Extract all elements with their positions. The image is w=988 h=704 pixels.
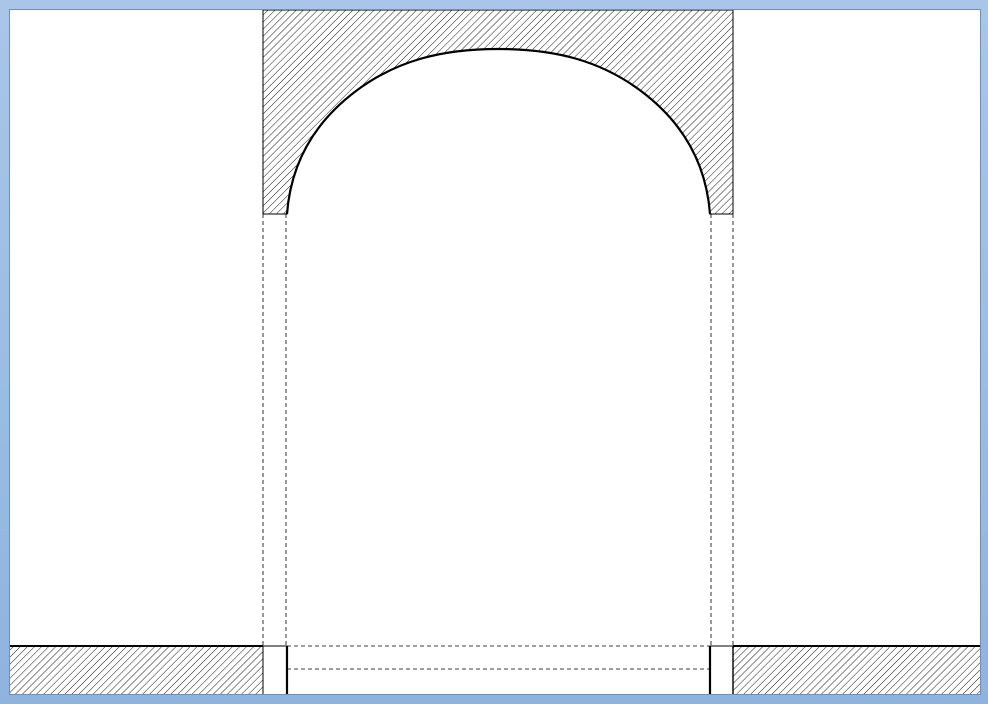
hidden-lines [262,214,734,670]
left-wall-hatched [10,646,263,694]
arch-diagram [10,10,980,694]
window-frame [0,0,988,704]
right-wall-hatched [733,646,980,694]
drawing-canvas [9,9,981,695]
right-jamb [708,645,733,694]
left-jamb [263,645,289,694]
